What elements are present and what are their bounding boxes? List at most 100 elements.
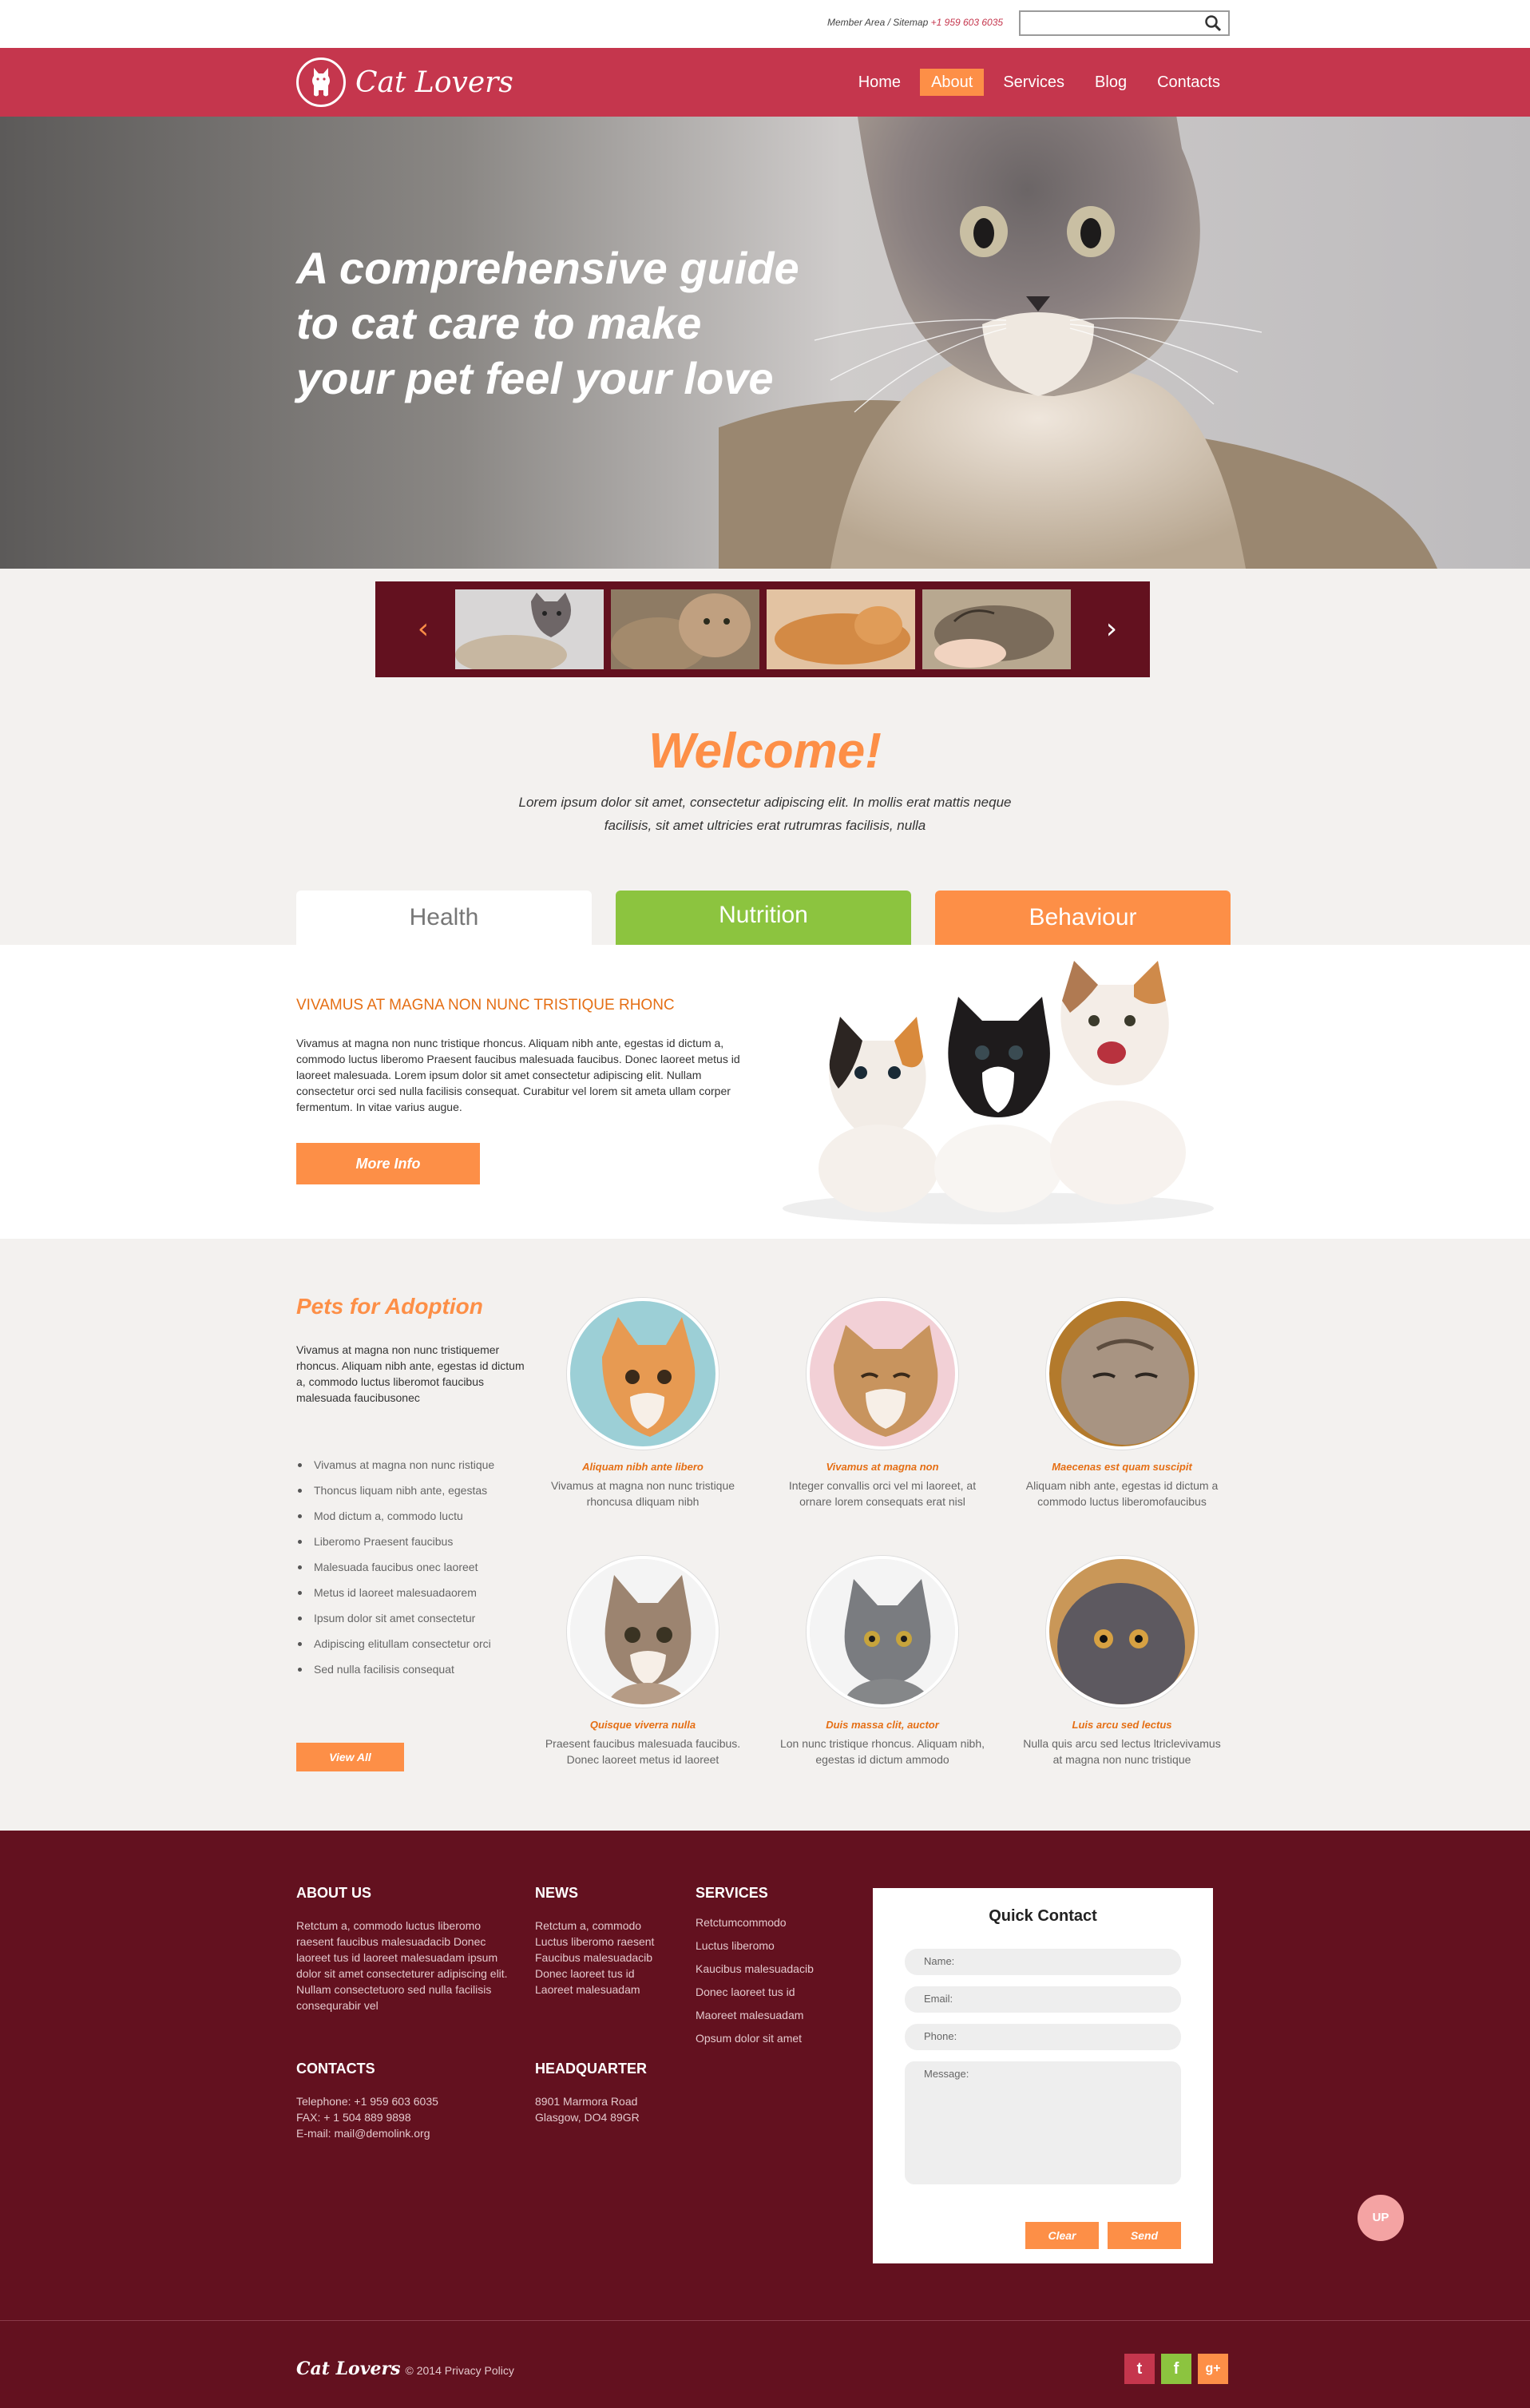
footer-hq-address1: 8901 Marmora Road [535, 2095, 638, 2108]
list-item: Sed nulla facilisis consequat [296, 1656, 494, 1682]
quick-contact-form: Quick Contact Name: Email: Phone: Messag… [873, 1888, 1213, 2263]
google-plus-icon[interactable]: g+ [1198, 2354, 1228, 2384]
footer-copyright: Cat Lovers © 2014 Privacy Policy [296, 2358, 514, 2379]
pet-name[interactable]: Vivamus at magna non [763, 1461, 1002, 1473]
pet-name[interactable]: Luis arcu sed lectus [1002, 1719, 1242, 1731]
footer-email[interactable]: E-mail: mail@demolink.org [296, 2125, 512, 2141]
list-item: Thoncus liquam nibh ante, egestas [296, 1478, 494, 1503]
carousel-next-button[interactable]: › [1096, 609, 1128, 649]
nav-blog[interactable]: Blog [1084, 69, 1138, 96]
adoption-list: Vivamus at magna non nunc ristique Thonc… [296, 1452, 494, 1682]
search-icon[interactable] [1204, 14, 1222, 32]
footer-logo[interactable]: Cat Lovers [296, 2358, 401, 2379]
list-item: Liberomo Praesent faucibus [296, 1529, 494, 1554]
scroll-up-button[interactable]: UP [1358, 2195, 1404, 2241]
tab-panel-text: Vivamus at magna non nunc tristique rhon… [296, 1037, 740, 1113]
pet-card[interactable]: Maecenas est quam suscipit Aliquam nibh … [1002, 1298, 1242, 1509]
message-field[interactable]: Message: [905, 2061, 1181, 2184]
footer-about-text: Retctum a, commodo luctus liberomo raese… [296, 1919, 508, 2012]
phone-field[interactable]: Phone: [905, 2024, 1181, 2050]
footer-news: NEWS Retctum a, commodo Luctus liberomo … [535, 1885, 671, 1997]
hero-banner: A comprehensive guide to cat care to mak… [0, 117, 1530, 569]
quick-contact-title: Quick Contact [989, 1907, 1097, 1925]
tab-behaviour[interactable]: Behaviour [935, 891, 1231, 945]
send-button[interactable]: Send [1108, 2222, 1181, 2249]
pet-photo[interactable] [567, 1298, 719, 1450]
search-input[interactable] [1019, 10, 1230, 36]
carousel-thumb-2[interactable] [611, 589, 759, 669]
pet-photo[interactable] [567, 1556, 719, 1708]
pet-card[interactable]: Vivamus at magna non Integer convallis o… [763, 1298, 1002, 1509]
view-all-button[interactable]: View All [296, 1743, 404, 1771]
name-field[interactable]: Name: [905, 1949, 1181, 1975]
pet-description: Praesent faucibus malesuada faucibus. Do… [545, 1737, 741, 1766]
twitter-icon[interactable]: t [1124, 2354, 1155, 2384]
pet-card[interactable]: Luis arcu sed lectus Nulla quis arcu sed… [1002, 1556, 1242, 1767]
pet-photo[interactable] [1046, 1556, 1198, 1708]
carousel-thumb-1[interactable] [455, 589, 604, 669]
footer-contacts: CONTACTS Telephone: +1 959 603 6035 FAX:… [296, 2061, 512, 2141]
list-item: Ipsum dolor sit amet consectetur [296, 1605, 494, 1631]
hero-headline: A comprehensive guide to cat care to mak… [296, 243, 799, 403]
pet-description: Nulla quis arcu sed lectus ltriclevivamu… [1023, 1737, 1221, 1766]
carousel-prev-button[interactable]: ‹ [407, 609, 439, 649]
list-item: Adipiscing elitullam consectetur orci [296, 1631, 494, 1656]
nav-contacts[interactable]: Contacts [1146, 69, 1231, 96]
footer-services: SERVICES Retctumcommodo Luctus liberomo … [696, 1885, 855, 2050]
pet-name[interactable]: Maecenas est quam suscipit [1002, 1461, 1242, 1473]
tab-health[interactable]: Health [296, 891, 592, 945]
email-field[interactable]: Email: [905, 1986, 1181, 2013]
pet-name[interactable]: Duis massa clit, auctor [763, 1719, 1002, 1731]
footer-service-link[interactable]: Donec laoreet tus id [696, 1981, 855, 2004]
footer-hq-address2: Glasgow, DO4 89GR [535, 2111, 640, 2124]
welcome-text: Lorem ipsum dolor sit amet, consectetur … [518, 795, 1012, 833]
site-footer: ABOUT US Retctum a, commodo luctus liber… [0, 1831, 1530, 2408]
nav-about[interactable]: About [920, 69, 985, 96]
member-area-links[interactable]: Member Area / Sitemap +1 959 603 6035 [827, 17, 1003, 28]
footer-hq-title: HEADQUARTER [535, 2061, 648, 2077]
tab-panel-heading: VIVAMUS AT MAGNA NON NUNC TRISTIQUE RHON… [296, 997, 675, 1014]
clear-button[interactable]: Clear [1025, 2222, 1099, 2249]
site-logo[interactable]: Cat Lovers [296, 58, 513, 107]
footer-service-link[interactable]: Retctumcommodo [696, 1911, 855, 1934]
hero-cat-image [719, 117, 1437, 569]
adoption-intro: Vivamus at magna non nunc tristiquemer r… [296, 1343, 525, 1404]
facebook-icon[interactable]: f [1161, 2354, 1191, 2384]
footer-news-text: Retctum a, commodo Luctus liberomo raese… [535, 1919, 655, 1996]
nav-services[interactable]: Services [992, 69, 1076, 96]
pet-photo[interactable] [807, 1298, 958, 1450]
more-info-button[interactable]: More Info [296, 1143, 480, 1184]
pet-name[interactable]: Quisque viverra nulla [523, 1719, 763, 1731]
thumbnail-carousel: ‹ › [375, 581, 1150, 677]
pet-description: Integer convallis orci vel mi laoreet, a… [788, 1479, 977, 1508]
carousel-thumb-3[interactable] [767, 589, 915, 669]
footer-service-link[interactable]: Opsum dolor sit amet [696, 2027, 855, 2050]
copyright-text[interactable]: © 2014 Privacy Policy [406, 2364, 514, 2377]
list-item: Mod dictum a, commodo luctu [296, 1503, 494, 1529]
footer-about: ABOUT US Retctum a, commodo luctus liber… [296, 1885, 512, 2013]
kittens-image [783, 961, 1214, 1224]
carousel-thumb-4[interactable] [922, 589, 1071, 669]
adoption-title: Pets for Adoption [296, 1294, 483, 1319]
nav-home[interactable]: Home [847, 69, 912, 96]
welcome-title: Welcome! [648, 724, 882, 779]
tab-nutrition[interactable]: Nutrition [616, 891, 911, 945]
tab-panel-health: VIVAMUS AT MAGNA NON NUNC TRISTIQUE RHON… [0, 945, 1530, 1239]
pet-card[interactable]: Duis massa clit, auctor Lon nunc tristiq… [763, 1556, 1002, 1767]
pet-description: Aliquam nibh ante, egestas id dictum a c… [1025, 1479, 1219, 1508]
pet-photo[interactable] [1046, 1298, 1198, 1450]
pet-description: Lon nunc tristique rhoncus. Aliquam nibh… [779, 1737, 985, 1766]
pet-card[interactable]: Aliquam nibh ante libero Vivamus at magn… [523, 1298, 763, 1509]
pet-name[interactable]: Aliquam nibh ante libero [523, 1461, 763, 1473]
pet-description: Vivamus at magna non nunc tristique rhon… [550, 1479, 735, 1508]
footer-service-link[interactable]: Maoreet malesuadam [696, 2004, 855, 2027]
footer-divider [0, 2320, 1530, 2321]
footer-about-title: ABOUT US [296, 1885, 371, 1901]
footer-news-title: NEWS [535, 1885, 578, 1901]
footer-service-link[interactable]: Kaucibus malesuadacib [696, 1958, 855, 1981]
pet-card[interactable]: Quisque viverra nulla Praesent faucibus … [523, 1556, 763, 1767]
list-item: Vivamus at magna non nunc ristique [296, 1452, 494, 1478]
pet-photo[interactable] [807, 1556, 958, 1708]
footer-service-link[interactable]: Luctus liberomo [696, 1934, 855, 1958]
top-bar: Member Area / Sitemap +1 959 603 6035 [0, 0, 1530, 48]
